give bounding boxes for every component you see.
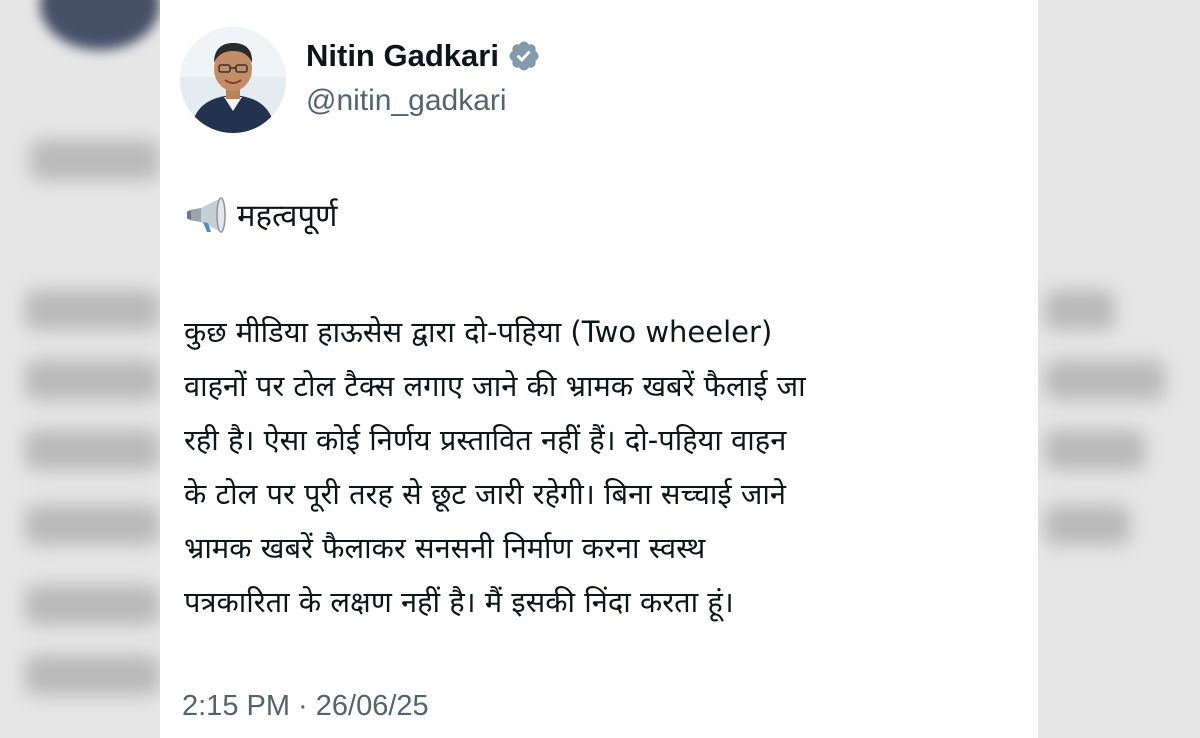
verified-badge-icon: [509, 41, 539, 71]
blurred-text: [30, 140, 160, 180]
tweet-card: Nitin Gadkari @nitin_gadkari महत्वपूर्ण …: [160, 0, 1038, 738]
avatar[interactable]: [180, 27, 286, 133]
display-name[interactable]: Nitin Gadkari: [306, 38, 499, 74]
user-handle[interactable]: @nitin_gadkari: [306, 84, 507, 118]
blurred-text: [1045, 360, 1165, 400]
tweet-body-line: के टोल पर पूरी तरह से छूट जारी रहेगी। बि…: [184, 477, 786, 511]
avatar-photo-icon: [180, 27, 286, 133]
tweet-body-line: रही है। ऐसा कोई निर्णय प्रस्तावित नहीं ह…: [184, 423, 787, 457]
tweet-body-line: कुछ मीडिया हाऊसेस द्वारा दो-पहिया (Two w…: [184, 315, 773, 349]
blurred-text: [1045, 290, 1115, 330]
tweet-body: कुछ मीडिया हाऊसेस द्वारा दो-पहिया (Two w…: [184, 305, 1024, 629]
tweet-body-line: वाहनों पर टोल टैक्स लगाए जाने की भ्रामक …: [184, 369, 806, 403]
blurred-avatar: [40, 0, 160, 50]
tweet-heading: महत्वपूर्ण: [185, 192, 337, 238]
display-name-row[interactable]: Nitin Gadkari: [306, 38, 541, 74]
tweet-heading-text: महत्वपूर्ण: [237, 198, 338, 234]
blurred-text: [1045, 505, 1130, 545]
blurred-text: [25, 585, 160, 625]
blurred-text: [1045, 430, 1145, 470]
blurred-text: [25, 360, 160, 400]
tweet-body-line: भ्रामक खबरें फैलाकर सनसनी निर्माण करना स…: [184, 531, 706, 565]
blurred-text: [25, 430, 160, 470]
tweet-body-line: पत्रकारिता के लक्षण नहीं है। मैं इसकी नि…: [184, 585, 734, 619]
blurred-text: [25, 655, 160, 695]
tweet-timestamp[interactable]: 2:15 PM · 26/06/25: [182, 690, 429, 723]
megaphone-icon: [187, 197, 226, 233]
blurred-text: [25, 505, 160, 545]
blurred-text: [25, 290, 160, 330]
